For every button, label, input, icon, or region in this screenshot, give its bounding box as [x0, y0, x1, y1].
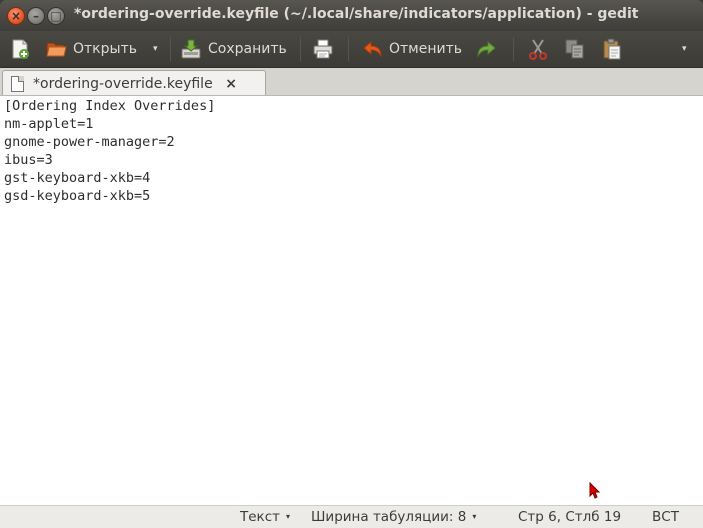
editor-line[interactable]: ibus=3: [4, 151, 215, 169]
window-title: *ordering-override.keyfile (~/.local/sha…: [74, 6, 639, 22]
undo-button[interactable]: Отменить: [361, 34, 462, 64]
save-label: Сохранить: [208, 41, 287, 57]
document-new-icon: [12, 39, 29, 59]
open-recent-dropdown[interactable]: ▾: [153, 34, 158, 64]
mouse-pointer-icon: [589, 482, 601, 499]
redo-icon: [477, 40, 496, 58]
window-maximize-button[interactable]: □: [47, 7, 65, 25]
minimize-icon: –: [33, 9, 39, 23]
chevron-down-icon: ▾: [153, 44, 158, 54]
editor-line[interactable]: gst-keyboard-xkb=4: [4, 169, 215, 187]
cut-button[interactable]: [527, 34, 549, 64]
editor-line[interactable]: gnome-power-manager=2: [4, 133, 215, 151]
language-label: Текст: [240, 509, 280, 525]
new-document-button[interactable]: [9, 34, 31, 64]
language-selector[interactable]: Текст ▾: [240, 509, 290, 525]
save-button[interactable]: Сохранить: [180, 34, 287, 64]
cursor-position: Стр 6, Стлб 19: [518, 509, 622, 525]
close-icon: ×: [10, 9, 22, 23]
undo-label: Отменить: [389, 41, 463, 57]
paste-button[interactable]: [601, 34, 623, 64]
toolbar-separator: [513, 37, 514, 61]
chevron-down-icon: ▾: [286, 512, 291, 521]
tab-width-selector[interactable]: Ширина табуляции: 8 ▾: [311, 509, 476, 525]
folder-open-icon: [46, 42, 67, 57]
redo-button[interactable]: [476, 34, 498, 64]
paste-icon: [603, 38, 621, 60]
toolbar: Открыть ▾ Сохранить Отменить ▾: [0, 31, 703, 67]
window-close-button[interactable]: ×: [7, 7, 25, 25]
open-button[interactable]: Открыть: [45, 34, 137, 64]
editor-line[interactable]: [Ordering Index Overrides]: [4, 97, 215, 115]
toolbar-separator: [348, 37, 349, 61]
close-tab-icon[interactable]: ×: [225, 76, 237, 92]
document-icon: [11, 76, 24, 92]
chevron-down-icon: ▾: [472, 512, 477, 521]
printer-icon: [313, 39, 333, 59]
editor-content[interactable]: [Ordering Index Overrides] nm-applet=1 g…: [4, 97, 215, 205]
chevron-down-icon: ▾: [682, 44, 687, 54]
toolbar-overflow-button[interactable]: ▾: [682, 34, 687, 64]
editor-line[interactable]: gsd-keyboard-xkb=5: [4, 187, 215, 205]
copy-icon: [565, 39, 584, 59]
status-bar: Текст ▾ Ширина табуляции: 8 ▾ Стр 6, Стлб …: [0, 505, 703, 528]
tab-ordering-override[interactable]: *ordering-override.keyfile ×: [2, 70, 266, 97]
editor-line[interactable]: nm-applet=1: [4, 115, 215, 133]
title-bar: × – □ *ordering-override.keyfile (~/.loc…: [0, 0, 703, 31]
tab-bar: *ordering-override.keyfile ×: [0, 67, 703, 97]
undo-icon: [363, 40, 382, 58]
tab-label: *ordering-override.keyfile: [33, 76, 213, 92]
open-label: Открыть: [73, 41, 137, 57]
window-minimize-button[interactable]: –: [27, 7, 45, 25]
toolbar-separator: [170, 37, 171, 61]
copy-button[interactable]: [564, 34, 586, 64]
scissors-icon: [529, 39, 547, 60]
maximize-icon: □: [50, 9, 62, 23]
tab-width-label: Ширина табуляции: 8: [311, 509, 467, 525]
toolbar-separator: [300, 37, 301, 61]
save-icon: [181, 39, 201, 59]
text-editor[interactable]: [Ordering Index Overrides] nm-applet=1 g…: [0, 95, 703, 505]
insert-mode-indicator: ВСТ: [652, 509, 679, 525]
print-button[interactable]: [312, 34, 334, 64]
